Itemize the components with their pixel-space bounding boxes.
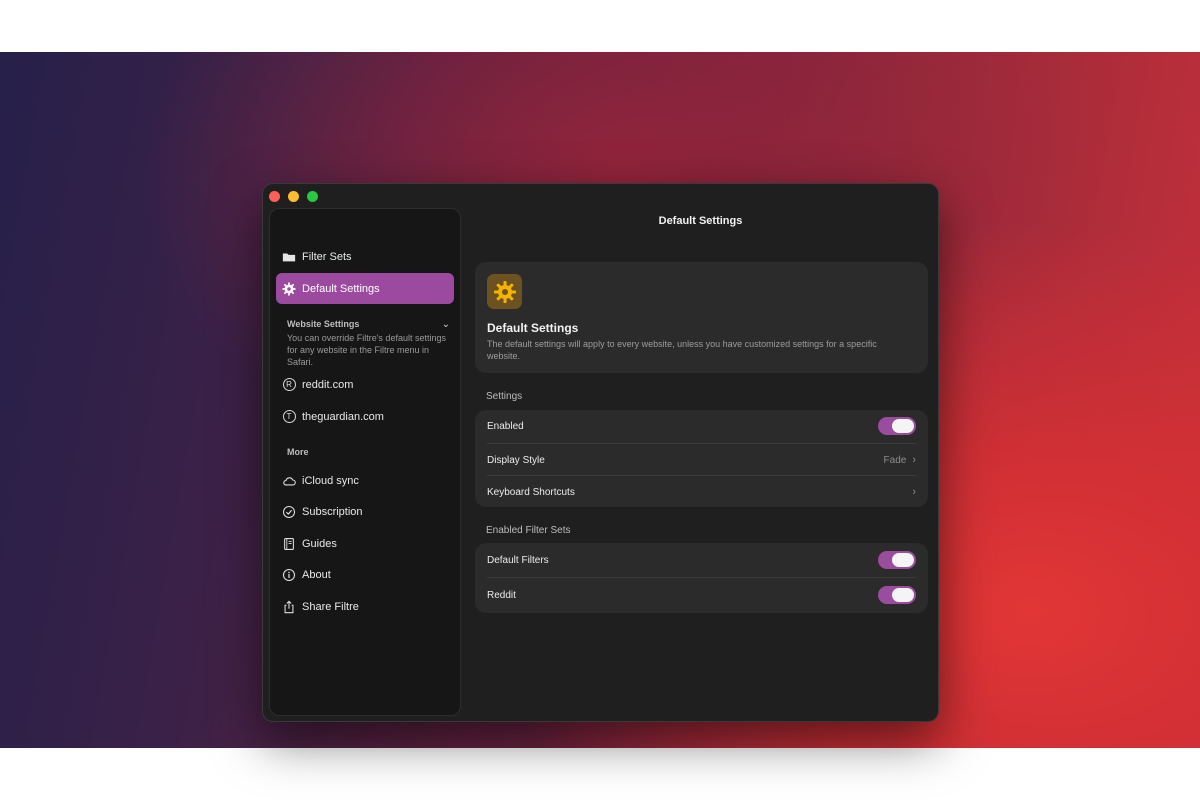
reddit-row: Reddit	[475, 579, 928, 611]
sidebar-item-filter-sets[interactable]: Filter Sets	[276, 241, 454, 272]
sidebar-item-theguardian[interactable]: T theguardian.com	[276, 401, 454, 432]
display-style-label: Display Style	[487, 454, 545, 466]
more-section-label: More	[287, 447, 309, 457]
sidebar-item-subscription[interactable]: Subscription	[276, 496, 454, 527]
sidebar-item-default-settings[interactable]: Default Settings	[276, 273, 454, 304]
book-icon	[282, 537, 296, 551]
cloud-icon	[282, 474, 296, 488]
hero-title: Default Settings	[487, 321, 579, 335]
chevron-right-icon: ›	[912, 454, 916, 466]
zoom-window-button[interactable]	[307, 191, 318, 202]
default-filters-label: Default Filters	[487, 554, 549, 566]
gear-icon	[487, 274, 522, 309]
settings-group-label: Settings	[486, 391, 523, 402]
website-settings-label: Website Settings	[287, 319, 360, 329]
share-icon	[282, 600, 296, 614]
page-title: Default Settings	[658, 215, 743, 227]
reddit-toggle[interactable]	[878, 586, 916, 604]
enabled-label: Enabled	[487, 420, 524, 432]
keyboard-shortcuts-row[interactable]: Keyboard Shortcuts ›	[475, 476, 928, 508]
enabled-toggle[interactable]	[878, 417, 916, 435]
filter-sets-group-label: Enabled Filter Sets	[486, 525, 571, 536]
chevron-down-icon[interactable]: ⌄	[442, 319, 450, 330]
letter-r-circle-icon: R	[282, 378, 296, 392]
desktop-background: Filter Sets Default Settings Website Set…	[0, 52, 1200, 748]
sidebar: Filter Sets Default Settings Website Set…	[269, 208, 461, 716]
display-style-row[interactable]: Display Style Fade ›	[475, 444, 928, 476]
hero-card: Default Settings The default settings wi…	[475, 262, 928, 373]
chevron-right-icon: ›	[912, 486, 916, 498]
settings-card: Enabled Display Style Fade › Keyboard Sh…	[475, 410, 928, 507]
letter-t-circle-icon: T	[282, 410, 296, 424]
sidebar-item-share-filtre[interactable]: Share Filtre	[276, 591, 454, 622]
sidebar-item-label: Filter Sets	[302, 250, 352, 263]
sidebar-item-label: Default Settings	[302, 282, 380, 295]
website-settings-description: You can override Filtre's default settin…	[287, 333, 446, 367]
sidebar-item-label: Share Filtre	[302, 600, 359, 613]
enabled-row: Enabled	[475, 410, 928, 442]
filter-sets-card: Default Filters Reddit	[475, 543, 928, 613]
window-controls	[269, 191, 318, 202]
keyboard-shortcuts-label: Keyboard Shortcuts	[487, 486, 575, 498]
reddit-label: Reddit	[487, 589, 516, 601]
sidebar-item-label: Guides	[302, 537, 337, 550]
sidebar-item-label: About	[302, 568, 331, 581]
gear-icon	[282, 281, 296, 296]
sidebar-item-about[interactable]: About	[276, 559, 454, 590]
default-filters-row: Default Filters	[475, 544, 928, 576]
sidebar-item-icloud-sync[interactable]: iCloud sync	[276, 465, 454, 496]
checkmark-circle-icon	[282, 505, 296, 519]
hero-description: The default settings will apply to every…	[487, 339, 877, 361]
app-window: Filter Sets Default Settings Website Set…	[262, 183, 939, 722]
divider	[487, 577, 916, 578]
display-style-value: Fade	[883, 454, 907, 466]
sidebar-item-guides[interactable]: Guides	[276, 528, 454, 559]
sidebar-item-label: theguardian.com	[302, 410, 384, 423]
info-icon	[282, 568, 296, 582]
close-window-button[interactable]	[269, 191, 280, 202]
default-filters-toggle[interactable]	[878, 551, 916, 569]
sidebar-item-label: Subscription	[302, 505, 363, 518]
minimize-window-button[interactable]	[288, 191, 299, 202]
sidebar-item-label: iCloud sync	[302, 474, 359, 487]
sidebar-item-reddit[interactable]: R reddit.com	[276, 369, 454, 400]
folder-icon	[282, 250, 296, 264]
sidebar-item-label: reddit.com	[302, 378, 354, 391]
